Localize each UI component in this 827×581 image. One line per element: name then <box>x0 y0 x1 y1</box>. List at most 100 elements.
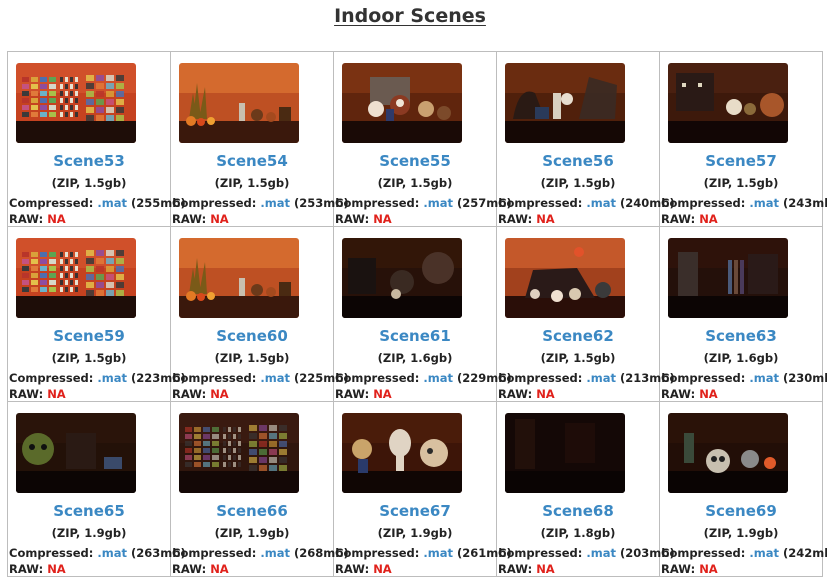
mat-download-link[interactable]: .mat <box>97 546 127 560</box>
scene-name-link[interactable]: Scene69 <box>660 502 822 520</box>
scene-cell: Scene55 (ZIP, 1.5gb) Compressed: .mat (257… <box>333 51 512 227</box>
raw-label: RAW: <box>172 212 207 226</box>
compressed-label: Compressed: <box>172 371 257 385</box>
compressed-label: Compressed: <box>9 371 94 385</box>
scene-thumbnail-image[interactable] <box>668 238 788 318</box>
mat-download-link[interactable]: .mat <box>423 546 453 560</box>
mat-download-link[interactable]: .mat <box>260 546 290 560</box>
scene-name-link[interactable]: Scene62 <box>497 327 659 345</box>
zip-size-text: (ZIP, 1.5gb) <box>377 176 453 190</box>
scene-thumbnail-image[interactable] <box>179 413 299 493</box>
scene-name-link[interactable]: Scene68 <box>497 502 659 520</box>
raw-status-na: NA <box>373 562 392 576</box>
scene-thumbnail-image[interactable] <box>179 238 299 318</box>
mat-download-link[interactable]: .mat <box>749 196 779 210</box>
raw-line: RAW: NA <box>335 387 392 401</box>
raw-line: RAW: NA <box>9 212 66 226</box>
compressed-label: Compressed: <box>335 371 420 385</box>
scene-grid: Scene53 (ZIP, 1.5gb) Compressed: .mat (255… <box>7 51 827 577</box>
zip-size-text: (ZIP, 1.5gb) <box>214 351 290 365</box>
scene-cell: Scene60 (ZIP, 1.5gb) Compressed: .mat (225… <box>170 226 349 402</box>
scene-name-link[interactable]: Scene55 <box>334 152 496 170</box>
scene-name-link[interactable]: Scene59 <box>8 327 170 345</box>
scene-cell: Scene62 (ZIP, 1.5gb) Compressed: .mat (213… <box>496 226 675 402</box>
scene-name-link[interactable]: Scene60 <box>171 327 333 345</box>
compressed-label: Compressed: <box>498 371 583 385</box>
scene-name-link[interactable]: Scene57 <box>660 152 822 170</box>
zip-size-text: (ZIP, 1.9gb) <box>703 526 779 540</box>
scene-name-link[interactable]: Scene61 <box>334 327 496 345</box>
scene-cell: Scene68 (ZIP, 1.8gb) Compressed: .mat (203… <box>496 401 675 577</box>
compressed-line: Compressed: .mat (223mb) <box>9 371 186 385</box>
scene-cell: Scene69 (ZIP, 1.9gb) Compressed: .mat (242… <box>659 401 827 577</box>
scene-name-link[interactable]: Scene56 <box>497 152 659 170</box>
scene-thumbnail-image[interactable] <box>668 413 788 493</box>
raw-line: RAW: NA <box>9 387 66 401</box>
scene-grid-body: Scene53 (ZIP, 1.5gb) Compressed: .mat (255… <box>7 51 827 577</box>
zip-size-text: (ZIP, 1.9gb) <box>377 526 453 540</box>
scene-cell: Scene61 (ZIP, 1.6gb) Compressed: .mat (229… <box>333 226 512 402</box>
raw-line: RAW: NA <box>498 387 555 401</box>
scene-thumbnail-image[interactable] <box>179 63 299 143</box>
scene-thumbnail-image[interactable] <box>505 238 625 318</box>
scene-name-link[interactable]: Scene67 <box>334 502 496 520</box>
compressed-label: Compressed: <box>661 371 746 385</box>
mat-download-link[interactable]: .mat <box>586 371 616 385</box>
mat-download-link[interactable]: .mat <box>423 371 453 385</box>
mat-download-link[interactable]: .mat <box>423 196 453 210</box>
scene-thumbnail-image[interactable] <box>16 63 136 143</box>
raw-label: RAW: <box>9 212 44 226</box>
scene-thumbnail-image[interactable] <box>505 413 625 493</box>
compressed-line: Compressed: .mat (253mb) <box>172 196 349 210</box>
mat-download-link[interactable]: .mat <box>586 196 616 210</box>
compressed-label: Compressed: <box>172 196 257 210</box>
compressed-line: Compressed: .mat (203mb) <box>498 546 675 560</box>
mat-download-link[interactable]: .mat <box>97 196 127 210</box>
scene-name-link[interactable]: Scene65 <box>8 502 170 520</box>
compressed-label: Compressed: <box>335 196 420 210</box>
compressed-label: Compressed: <box>661 196 746 210</box>
raw-label: RAW: <box>172 387 207 401</box>
scene-thumbnail-image[interactable] <box>342 238 462 318</box>
compressed-label: Compressed: <box>661 546 746 560</box>
scene-name-link[interactable]: Scene54 <box>171 152 333 170</box>
scene-thumbnail-image[interactable] <box>342 63 462 143</box>
raw-label: RAW: <box>661 387 696 401</box>
zip-size-text: (ZIP, 1.5gb) <box>540 351 616 365</box>
compressed-line: Compressed: .mat (255mb) <box>9 196 186 210</box>
mat-download-link[interactable]: .mat <box>749 371 779 385</box>
compressed-line: Compressed: .mat (230mb) <box>661 371 827 385</box>
raw-line: RAW: NA <box>9 562 66 576</box>
scene-thumbnail-image[interactable] <box>668 63 788 143</box>
compressed-line: Compressed: .mat (213mb) <box>498 371 675 385</box>
mat-download-link[interactable]: .mat <box>749 546 779 560</box>
scene-cell: Scene63 (ZIP, 1.6gb) Compressed: .mat (230… <box>659 226 827 402</box>
scene-cell: Scene53 (ZIP, 1.5gb) Compressed: .mat (255… <box>7 51 186 227</box>
mat-size-text: (243mb) <box>783 196 827 210</box>
mat-download-link[interactable]: .mat <box>260 196 290 210</box>
scene-name-link[interactable]: Scene53 <box>8 152 170 170</box>
scene-row: Scene65 (ZIP, 1.9gb) Compressed: .mat (263… <box>7 401 827 577</box>
scene-name-link[interactable]: Scene63 <box>660 327 822 345</box>
scene-thumbnail-image[interactable] <box>16 238 136 318</box>
raw-line: RAW: NA <box>661 562 718 576</box>
zip-size-text: (ZIP, 1.5gb) <box>214 176 290 190</box>
scene-thumbnail-image[interactable] <box>342 413 462 493</box>
scene-name-link[interactable]: Scene66 <box>171 502 333 520</box>
zip-size-text: (ZIP, 1.6gb) <box>703 351 779 365</box>
compressed-label: Compressed: <box>498 546 583 560</box>
scene-thumbnail-image[interactable] <box>16 413 136 493</box>
scene-thumbnail-image[interactable] <box>505 63 625 143</box>
mat-download-link[interactable]: .mat <box>586 546 616 560</box>
zip-size-text: (ZIP, 1.5gb) <box>51 176 127 190</box>
raw-line: RAW: NA <box>335 212 392 226</box>
raw-label: RAW: <box>335 562 370 576</box>
compressed-line: Compressed: .mat (243mb) <box>661 196 827 210</box>
mat-download-link[interactable]: .mat <box>97 371 127 385</box>
raw-line: RAW: NA <box>335 562 392 576</box>
compressed-line: Compressed: .mat (225mb) <box>172 371 349 385</box>
mat-download-link[interactable]: .mat <box>260 371 290 385</box>
raw-status-na: NA <box>47 562 66 576</box>
compressed-line: Compressed: .mat (257mb) <box>335 196 512 210</box>
zip-size-text: (ZIP, 1.8gb) <box>540 526 616 540</box>
